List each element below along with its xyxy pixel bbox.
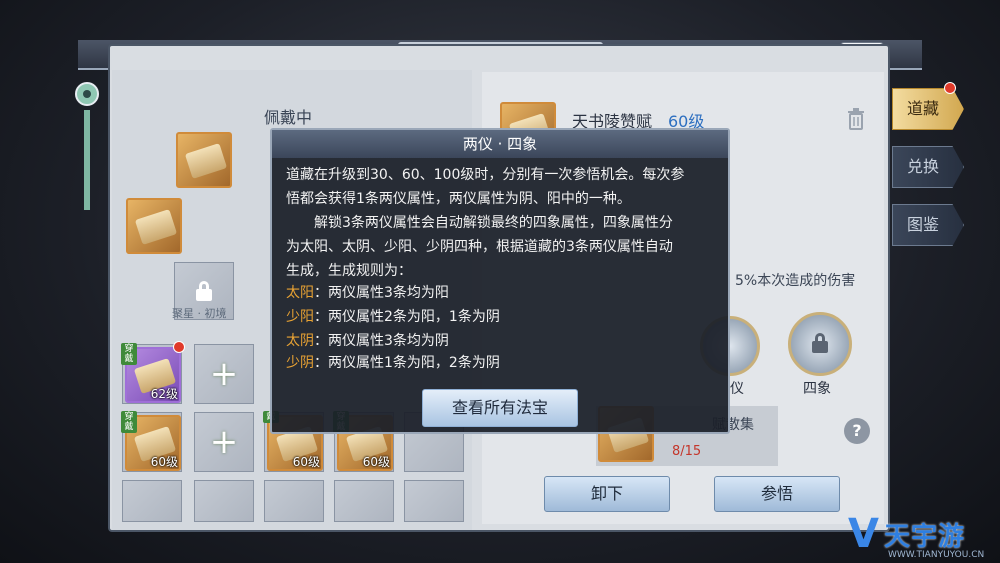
item-level: 60级 <box>362 455 390 469</box>
equipped-scroll-slot[interactable] <box>176 132 232 188</box>
item-level: 60级 <box>292 455 320 469</box>
add-slot-button[interactable]: + <box>194 412 254 472</box>
scroll-icon <box>134 209 178 245</box>
trash-icon[interactable] <box>846 108 866 130</box>
attribute-text: 5%本次造成的伤害 <box>735 273 856 289</box>
help-icon[interactable]: ? <box>844 418 870 444</box>
rule-desc: ：两仪属性3条均为阴 <box>314 333 449 349</box>
tab-alert-dot <box>944 82 956 94</box>
inventory-slot[interactable]: 穿戴 60级 <box>121 411 182 472</box>
item-level: 62级 <box>150 387 178 401</box>
view-all-treasures-button[interactable]: 查看所有法宝 <box>422 389 578 427</box>
worn-badge: 穿戴 <box>121 411 137 433</box>
rule-desc: ：两仪属性3条均为阳 <box>314 285 449 301</box>
worn-badge: 穿戴 <box>121 343 137 365</box>
rule-desc: ：两仪属性1条为阳，2条为阴 <box>314 355 500 371</box>
rule-name: 太阴 <box>286 333 314 349</box>
item-level: 60级 <box>150 455 178 469</box>
sixiang-slot[interactable] <box>788 312 852 376</box>
lock-icon <box>195 281 213 301</box>
watermark-url: WWW.TIANYUYOU.CN <box>888 550 985 560</box>
sixiang-label: 四象 <box>803 381 831 397</box>
rule-name: 少阳 <box>286 309 314 325</box>
scroll-icon <box>184 143 228 179</box>
alert-dot <box>173 341 185 353</box>
rule-desc: ：两仪属性2条为阳，1条为阴 <box>314 309 500 325</box>
liangyi-label: 仪 <box>730 381 744 397</box>
locked-slot-label: 聚星 · 初境 <box>172 307 227 320</box>
tooltip-line: 悟都会获得1条两仪属性，两仪属性为阴、阳中的一种。 <box>286 191 631 207</box>
tab-exchange[interactable]: 兑换 <box>892 146 964 188</box>
watermark-text: 天宇游 <box>884 522 966 552</box>
tab-daozang[interactable]: 道藏 <box>892 88 964 130</box>
plus-icon: + <box>209 422 239 462</box>
equipped-label: 佩戴中 <box>264 108 313 127</box>
empty-slot[interactable] <box>194 480 254 522</box>
equipped-scroll-slot[interactable] <box>126 198 182 254</box>
empty-slot[interactable] <box>122 480 182 522</box>
tooltip-line: 为太阳、太阴、少阳、少阴四种，根据道藏的3条两仪属性自动 <box>286 239 673 255</box>
tooltip-line: 解锁3条两仪属性会自动解锁最终的四象属性，四象属性分 <box>314 215 673 231</box>
rule-name: 少阴 <box>286 355 314 371</box>
inventory-slot[interactable]: 穿戴 62级 <box>121 341 185 404</box>
enlighten-button[interactable]: 参悟 <box>714 476 840 512</box>
unequip-button[interactable]: 卸下 <box>544 476 670 512</box>
jade-pendant-icon <box>75 82 99 210</box>
rule-row: 少阴：两仪属性1条为阳，2条为阴 <box>286 352 500 372</box>
tab-collection[interactable]: 图鉴 <box>892 204 964 246</box>
empty-slot[interactable] <box>264 480 324 522</box>
rule-row: 太阳：两仪属性3条均为阳 <box>286 282 449 302</box>
rule-row: 太阴：两仪属性3条均为阴 <box>286 330 449 350</box>
plus-icon: + <box>209 354 239 394</box>
tooltip-line: 道藏在升级到30、60、100级时，分别有一次参悟机会。每次参 <box>286 167 685 183</box>
tooltip-title: 两仪 · 四象 <box>272 130 728 158</box>
lock-icon <box>811 333 829 353</box>
rule-row: 少阳：两仪属性2条为阳，1条为阴 <box>286 306 500 326</box>
empty-slot[interactable] <box>404 480 464 522</box>
empty-slot[interactable] <box>334 480 394 522</box>
tooltip-line: 生成，生成规则为： <box>286 263 412 279</box>
rule-name: 太阳 <box>286 285 314 301</box>
add-slot-button[interactable]: + <box>194 344 254 404</box>
watermark-logo-icon: V <box>848 511 879 557</box>
collection-count: 8/15 <box>672 444 702 459</box>
